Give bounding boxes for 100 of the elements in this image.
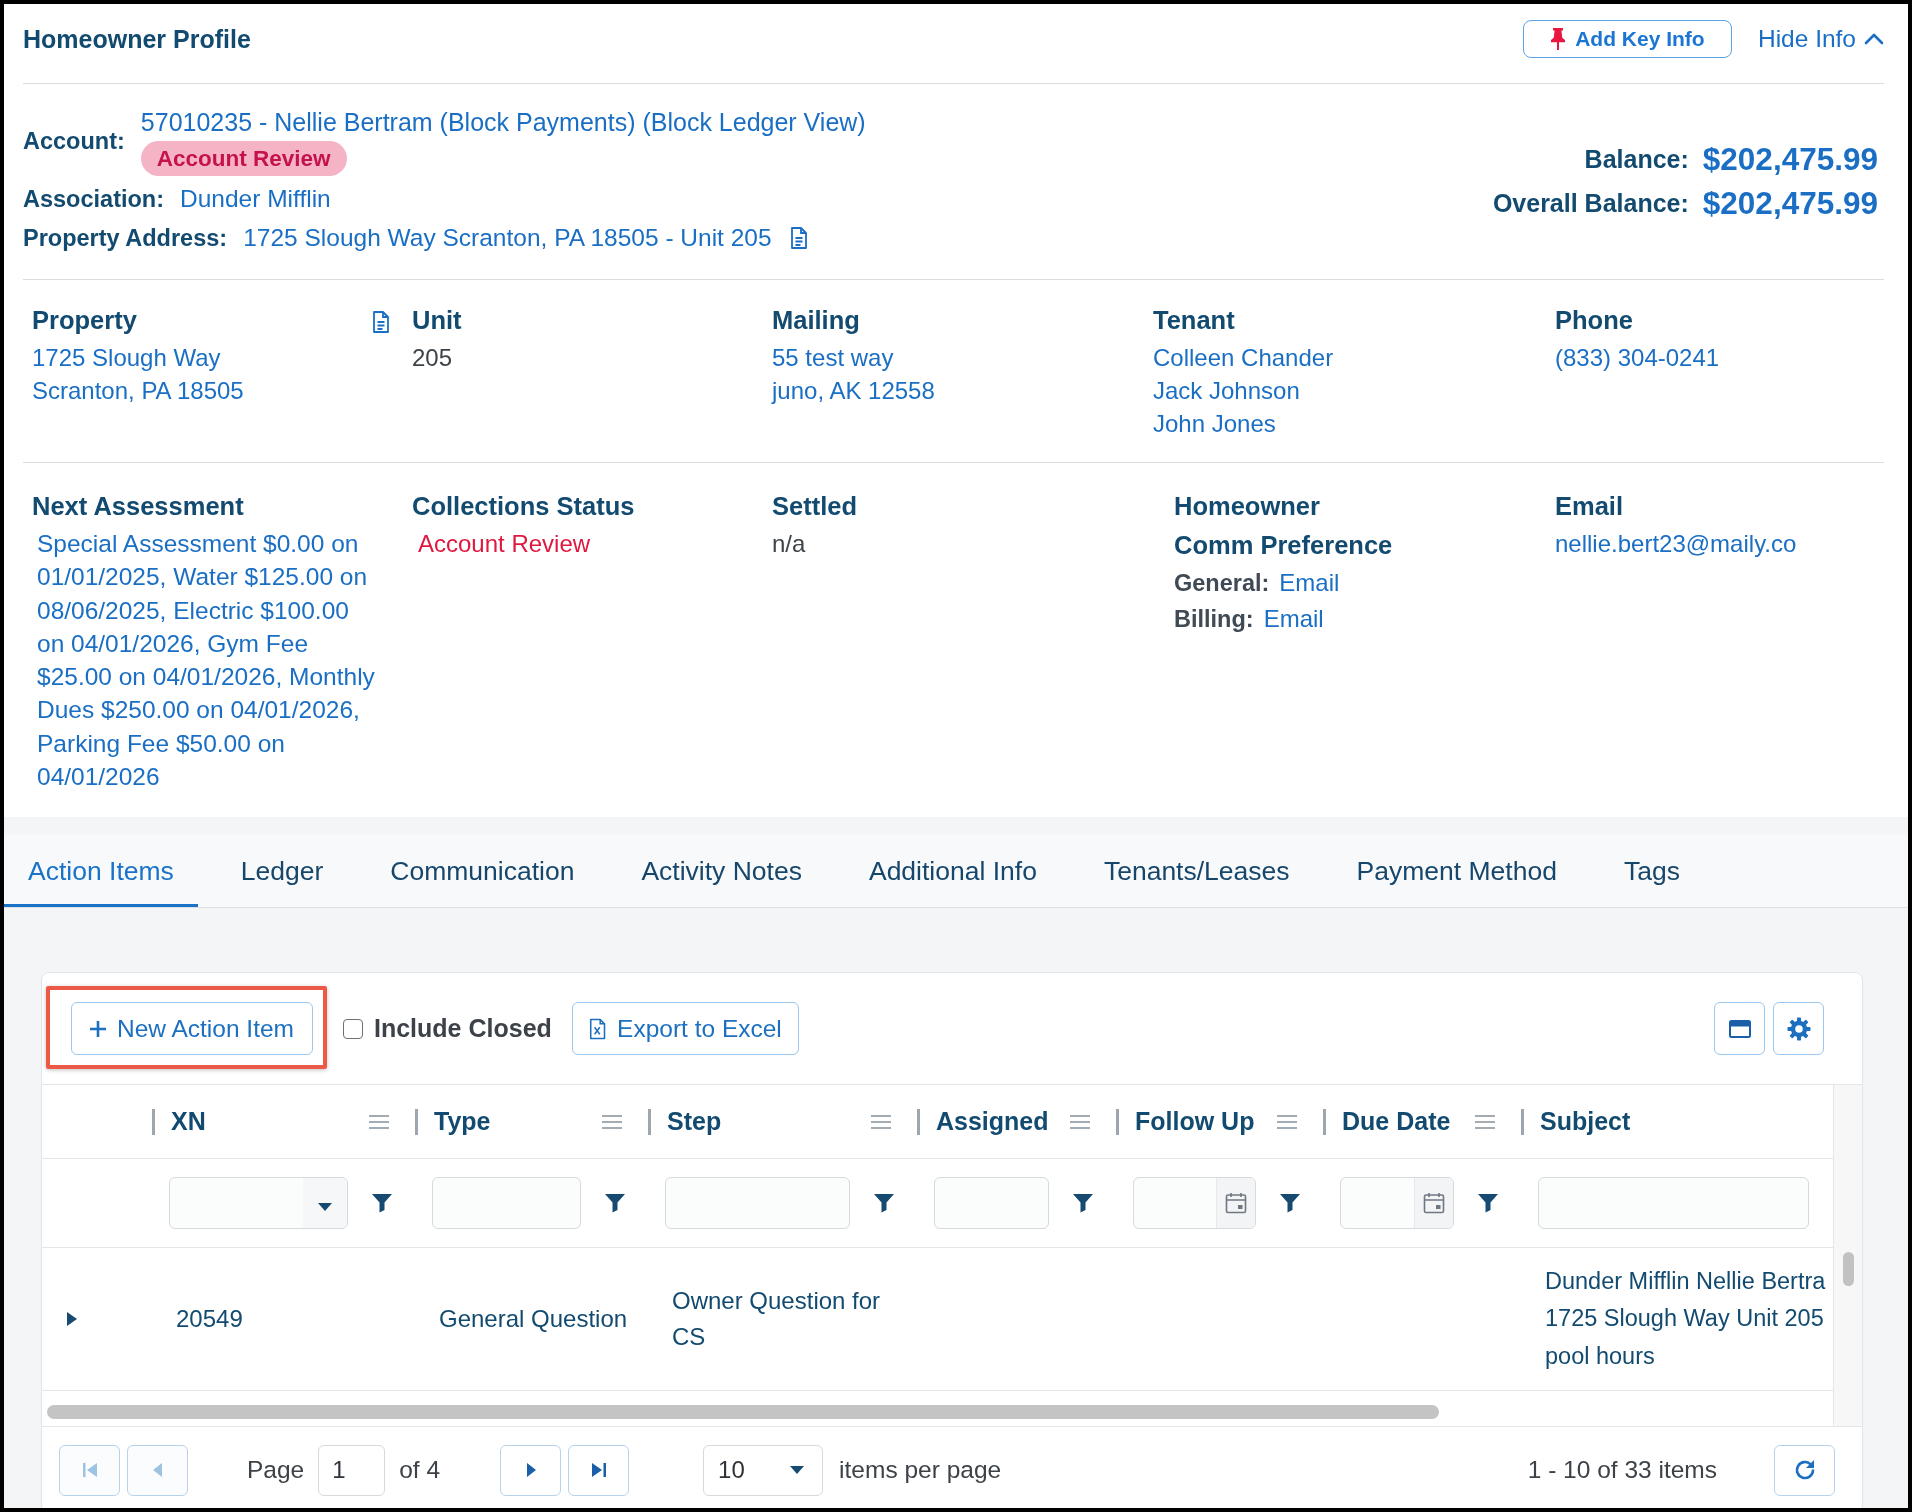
address-link[interactable]: 1725 Slough Way <box>32 341 221 374</box>
balance-label: Balance: <box>1584 144 1689 174</box>
include-closed-label[interactable]: Include Closed <box>374 1014 552 1043</box>
first-page-icon <box>81 1462 98 1478</box>
pin-icon <box>1550 28 1567 50</box>
tab[interactable]: Additional Info <box>844 835 1061 907</box>
property-address-label: Property Address: <box>23 224 228 253</box>
balance-label: Overall Balance: <box>1492 188 1689 218</box>
detail-link[interactable]: 55 test way <box>772 341 894 374</box>
filter-field[interactable] <box>1538 1177 1809 1229</box>
settings-button[interactable] <box>1773 1002 1824 1055</box>
filter-icon[interactable] <box>604 1193 625 1213</box>
column-menu-icon[interactable] <box>1070 1114 1090 1129</box>
filter-icon[interactable] <box>1072 1193 1093 1213</box>
date-filter-field[interactable] <box>1133 1177 1256 1229</box>
preference-label: General: <box>1174 569 1270 598</box>
item-summary: 1 - 10 of 33 items <box>1527 1456 1717 1484</box>
caret-icon <box>790 1466 805 1474</box>
vertical-scrollbar[interactable] <box>1833 1085 1862 1426</box>
detail-heading: Property <box>32 305 137 336</box>
document-icon[interactable] <box>372 311 390 333</box>
caret-icon <box>318 1203 332 1211</box>
tab[interactable]: Communication <box>366 835 599 907</box>
page-count: of 4 <box>399 1456 441 1484</box>
detail-link[interactable]: John Jones <box>1153 407 1276 440</box>
column-header[interactable]: Subject <box>1540 1107 1631 1136</box>
table-cell-text: General Question <box>439 1304 628 1334</box>
tab[interactable]: Action Items <box>4 835 198 907</box>
status-text: Account Review <box>417 529 591 559</box>
detail-heading: Collections Status <box>412 491 635 522</box>
hide-info-button[interactable]: Hide Info <box>1757 20 1884 58</box>
detail-link[interactable]: Colleen Chander <box>1153 341 1334 374</box>
filter-field[interactable] <box>432 1177 581 1229</box>
filter-field[interactable] <box>665 1177 850 1229</box>
filter-icon[interactable] <box>371 1193 392 1213</box>
detail-value: n/a <box>772 529 806 559</box>
account-label: Account: <box>23 128 125 155</box>
column-menu-icon[interactable] <box>1277 1114 1297 1129</box>
table-cell-text: Owner Question for CS <box>672 1286 882 1352</box>
detail-link[interactable]: Jack Johnson <box>1153 374 1300 407</box>
filter-icon[interactable] <box>1477 1193 1498 1213</box>
column-menu-icon[interactable] <box>1475 1114 1495 1129</box>
detail-heading: Unit <box>412 305 462 336</box>
column-header[interactable]: Due Date <box>1342 1107 1451 1136</box>
next-page-button[interactable] <box>500 1444 562 1496</box>
checkbox[interactable] <box>343 1018 363 1039</box>
detail-heading: Mailing <box>772 305 860 336</box>
horizontal-scrollbar[interactable] <box>47 1405 1439 1419</box>
refresh-button[interactable] <box>1774 1444 1835 1496</box>
preference-link[interactable]: Email <box>1279 565 1340 601</box>
calendar-icon[interactable] <box>1225 1192 1247 1214</box>
table-cell-text: pool hours <box>1545 1341 1655 1371</box>
export-button[interactable]: Export to Excel <box>571 1002 799 1055</box>
status-badge: Account Review <box>140 141 347 176</box>
balance-amount: $202,475.99 <box>1702 184 1878 222</box>
detail-link[interactable]: juno, AK 12558 <box>772 374 935 407</box>
filter-icon[interactable] <box>1279 1193 1300 1213</box>
scrollbar-thumb[interactable] <box>1842 1252 1854 1286</box>
document-icon[interactable] <box>789 227 808 249</box>
filter-icon[interactable] <box>873 1193 894 1213</box>
page-field[interactable]: 1 <box>318 1444 386 1496</box>
tab[interactable]: Ledger <box>216 835 348 907</box>
last-page-button[interactable] <box>568 1444 630 1496</box>
page-size-dropdown[interactable]: 10 <box>703 1444 824 1496</box>
last-page-icon <box>590 1462 607 1478</box>
add-key-info-button[interactable]: Add Key Info <box>1522 20 1732 58</box>
layout-button[interactable] <box>1714 1002 1765 1055</box>
address-link[interactable]: Scranton, PA 18505 <box>32 374 244 407</box>
tab[interactable]: Payment Method <box>1332 835 1581 907</box>
column-header[interactable]: Step <box>667 1107 722 1136</box>
table-cell-text: 1725 Slough Way Unit 205 <box>1545 1304 1824 1334</box>
tab[interactable]: Tags <box>1599 835 1704 907</box>
tab[interactable]: Activity Notes <box>617 835 826 907</box>
preference-link[interactable]: Email <box>1263 601 1324 637</box>
column-header[interactable]: XN <box>171 1107 206 1136</box>
detail-link[interactable]: (833) 304-0241 <box>1555 341 1720 374</box>
assessment-link[interactable]: Special Assessment $0.00 on 01/01/2025, Water $125.00 on 08/06/2025, Electric $100.00 on 04/01/2026, Gym Fee $25.00 on 04/01/2026, Monthly Dues $250.00 on 04/01/2026, Parking Fee $50.00 on 04/01/2026 <box>32 527 383 794</box>
filter-field[interactable] <box>934 1177 1049 1229</box>
column-header[interactable]: Type <box>434 1107 491 1136</box>
expand-icon[interactable] <box>67 1312 77 1326</box>
association-link[interactable]: Dunder Mifflin <box>180 181 331 217</box>
column-menu-icon[interactable] <box>871 1114 891 1129</box>
window-icon <box>1728 1019 1751 1038</box>
new-action-item-button[interactable]: New Action Item <box>71 1002 313 1055</box>
column-header[interactable]: Follow Up <box>1135 1107 1255 1136</box>
calendar-icon[interactable] <box>1423 1192 1445 1214</box>
detail-heading: Tenant <box>1153 305 1235 336</box>
preference-label: Billing: <box>1174 605 1254 634</box>
column-menu-icon[interactable] <box>602 1114 622 1129</box>
date-filter-field[interactable] <box>1340 1177 1454 1229</box>
association-label: Association: <box>23 185 165 214</box>
account-link[interactable]: 57010235 - Nellie Bertram (Block Payments) (Block Ledger View) <box>140 107 866 137</box>
file-x-icon <box>588 1016 607 1041</box>
table-cell-text: Dunder Mifflin Nellie Bertra <box>1545 1266 1826 1296</box>
balance-amount: $202,475.99 <box>1702 140 1878 178</box>
column-menu-icon[interactable] <box>369 1114 389 1129</box>
detail-link[interactable]: nellie.bert23@maily.co <box>1555 527 1797 560</box>
tab[interactable]: Tenants/Leases <box>1079 835 1314 907</box>
property-address-link[interactable]: 1725 Slough Way Scranton, PA 18505 - Unit 205 <box>243 220 772 256</box>
column-header[interactable]: Assigned <box>936 1107 1049 1136</box>
